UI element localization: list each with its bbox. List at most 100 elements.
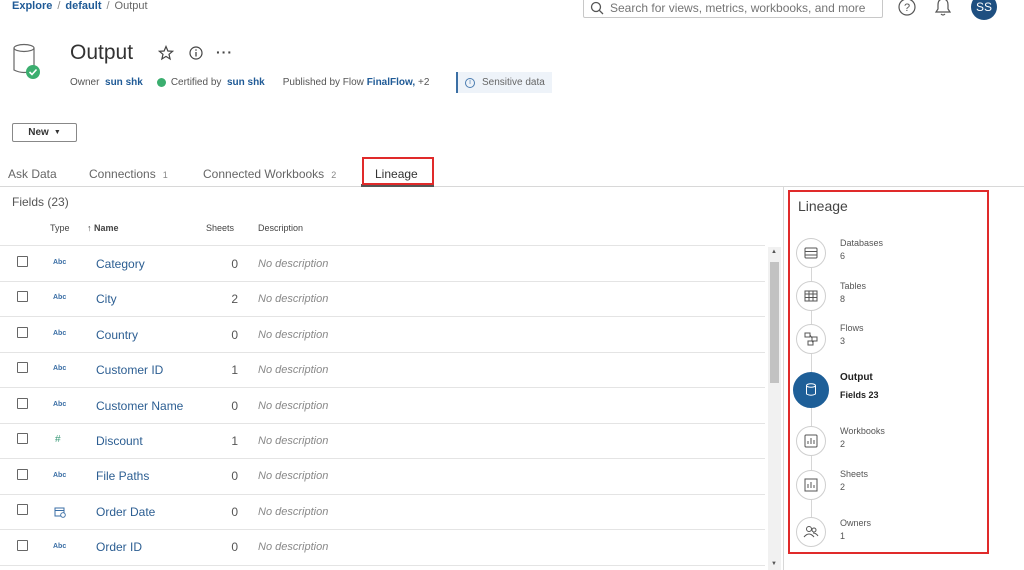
certified-by-link[interactable]: sun shk — [227, 77, 265, 88]
flow-link[interactable]: FinalFlow, — [367, 77, 416, 88]
field-name-link[interactable]: Order Date — [96, 505, 155, 519]
lineage-title: Lineage — [798, 198, 848, 214]
panel-divider — [783, 187, 784, 570]
favorite-star-icon[interactable] — [158, 45, 174, 61]
row-checkbox[interactable] — [17, 398, 28, 409]
row-divider — [0, 281, 765, 282]
row-checkbox[interactable] — [17, 540, 28, 551]
field-sheets-count: 0 — [231, 469, 238, 483]
breadcrumb-default[interactable]: default — [65, 0, 101, 12]
sensitive-data-label: Sensitive data — [482, 77, 545, 88]
row-checkbox[interactable] — [17, 256, 28, 267]
header-divider — [0, 245, 765, 246]
field-name-link[interactable]: Category — [96, 257, 145, 271]
row-divider — [0, 529, 765, 530]
scroll-up-arrow-icon[interactable]: ▲ — [771, 249, 777, 255]
breadcrumb-separator: / — [106, 0, 110, 12]
row-checkbox[interactable] — [17, 327, 28, 338]
lineage-label[interactable]: Workbooks — [840, 426, 885, 436]
row-divider — [0, 458, 765, 459]
lineage-node-output[interactable] — [793, 372, 829, 408]
string-type-icon: Abc — [53, 330, 67, 337]
field-name-link[interactable]: Discount — [96, 434, 143, 448]
lineage-node-workbooks[interactable] — [796, 426, 826, 456]
notifications-bell-icon[interactable] — [934, 0, 952, 17]
row-divider — [0, 352, 765, 353]
info-icon[interactable] — [189, 46, 203, 60]
row-checkbox[interactable] — [17, 433, 28, 444]
certified-icon — [156, 78, 166, 87]
owner-link[interactable]: sun shk — [105, 77, 143, 88]
lineage-count: 6 — [840, 251, 846, 261]
row-divider — [0, 316, 765, 317]
tab-connections[interactable]: Connections 1 — [89, 167, 168, 181]
new-button[interactable]: New ▼ — [12, 123, 77, 142]
sheet-icon — [804, 478, 818, 492]
tab-ask-data[interactable]: Ask Data — [8, 167, 57, 181]
column-header-name-label: Name — [94, 223, 119, 233]
field-name-link[interactable]: Country — [96, 328, 138, 342]
lineage-label[interactable]: Tables — [840, 281, 866, 291]
tab-label: Connections — [89, 167, 156, 181]
lineage-label[interactable]: Owners — [840, 518, 871, 528]
workbook-icon — [804, 434, 818, 448]
string-type-icon: Abc — [53, 259, 67, 266]
info-icon: i — [465, 77, 475, 88]
lineage-label[interactable]: Output — [840, 372, 873, 383]
lineage-node-databases[interactable] — [796, 238, 826, 268]
lineage-label[interactable]: Sheets — [840, 469, 868, 479]
breadcrumb-explore[interactable]: Explore — [12, 0, 52, 12]
lineage-count: 1 — [840, 531, 846, 541]
string-type-icon: Abc — [53, 472, 67, 479]
row-checkbox[interactable] — [17, 469, 28, 480]
row-divider — [0, 565, 765, 566]
sort-ascending-icon: ↑ — [87, 223, 92, 233]
field-name-link[interactable]: Order ID — [96, 540, 142, 554]
tab-connected-workbooks[interactable]: Connected Workbooks 2 — [203, 167, 336, 181]
lineage-node-tables[interactable] — [796, 281, 826, 311]
scroll-down-arrow-icon[interactable]: ▼ — [771, 561, 777, 567]
breadcrumb: Explore / default / Output — [12, 0, 148, 12]
lineage-node-sheets[interactable] — [796, 470, 826, 500]
lineage-label[interactable]: Databases — [840, 238, 883, 248]
search-input[interactable] — [610, 1, 870, 15]
column-header-description[interactable]: Description — [258, 223, 303, 233]
column-header-name[interactable]: ↑ Name — [87, 223, 119, 233]
field-sheets-count: 1 — [231, 363, 238, 377]
more-actions-icon[interactable]: ··· — [216, 44, 233, 60]
svg-text:?: ? — [904, 2, 910, 14]
field-description: No description — [258, 329, 329, 341]
flow-more-count[interactable]: +2 — [418, 77, 429, 88]
row-checkbox[interactable] — [17, 504, 28, 515]
search-box[interactable] — [583, 0, 883, 18]
field-name-link[interactable]: Customer Name — [96, 399, 183, 413]
string-type-icon: Abc — [53, 543, 67, 550]
sensitive-data-badge[interactable]: i Sensitive data — [456, 72, 552, 93]
string-type-icon: Abc — [53, 365, 67, 372]
field-sheets-count: 0 — [231, 505, 238, 519]
number-type-icon: # — [55, 434, 61, 445]
field-name-link[interactable]: File Paths — [96, 469, 149, 483]
new-button-label: New — [28, 127, 49, 138]
lineage-node-flows[interactable] — [796, 324, 826, 354]
lineage-count: 3 — [840, 336, 846, 346]
scrollbar-thumb[interactable] — [770, 262, 779, 383]
column-header-type[interactable]: Type — [50, 223, 70, 233]
lineage-label[interactable]: Flows — [840, 323, 864, 333]
field-sheets-count: 0 — [231, 540, 238, 554]
user-avatar[interactable]: SS — [971, 0, 997, 20]
field-description: No description — [258, 470, 329, 482]
field-sheets-count: 1 — [231, 434, 238, 448]
row-divider — [0, 387, 765, 388]
field-description: No description — [258, 435, 329, 447]
row-checkbox[interactable] — [17, 362, 28, 373]
lineage-node-owners[interactable] — [796, 517, 826, 547]
metadata-row: Owner sun shk Certified by sun shk Publi… — [70, 77, 429, 88]
tab-bar: Ask Data Connections 1 Connected Workbook… — [0, 160, 1024, 187]
field-name-link[interactable]: Customer ID — [96, 363, 163, 377]
field-description: No description — [258, 400, 329, 412]
field-name-link[interactable]: City — [96, 292, 117, 306]
row-checkbox[interactable] — [17, 291, 28, 302]
column-header-sheets[interactable]: Sheets — [206, 223, 234, 233]
help-icon[interactable]: ? — [898, 0, 916, 16]
